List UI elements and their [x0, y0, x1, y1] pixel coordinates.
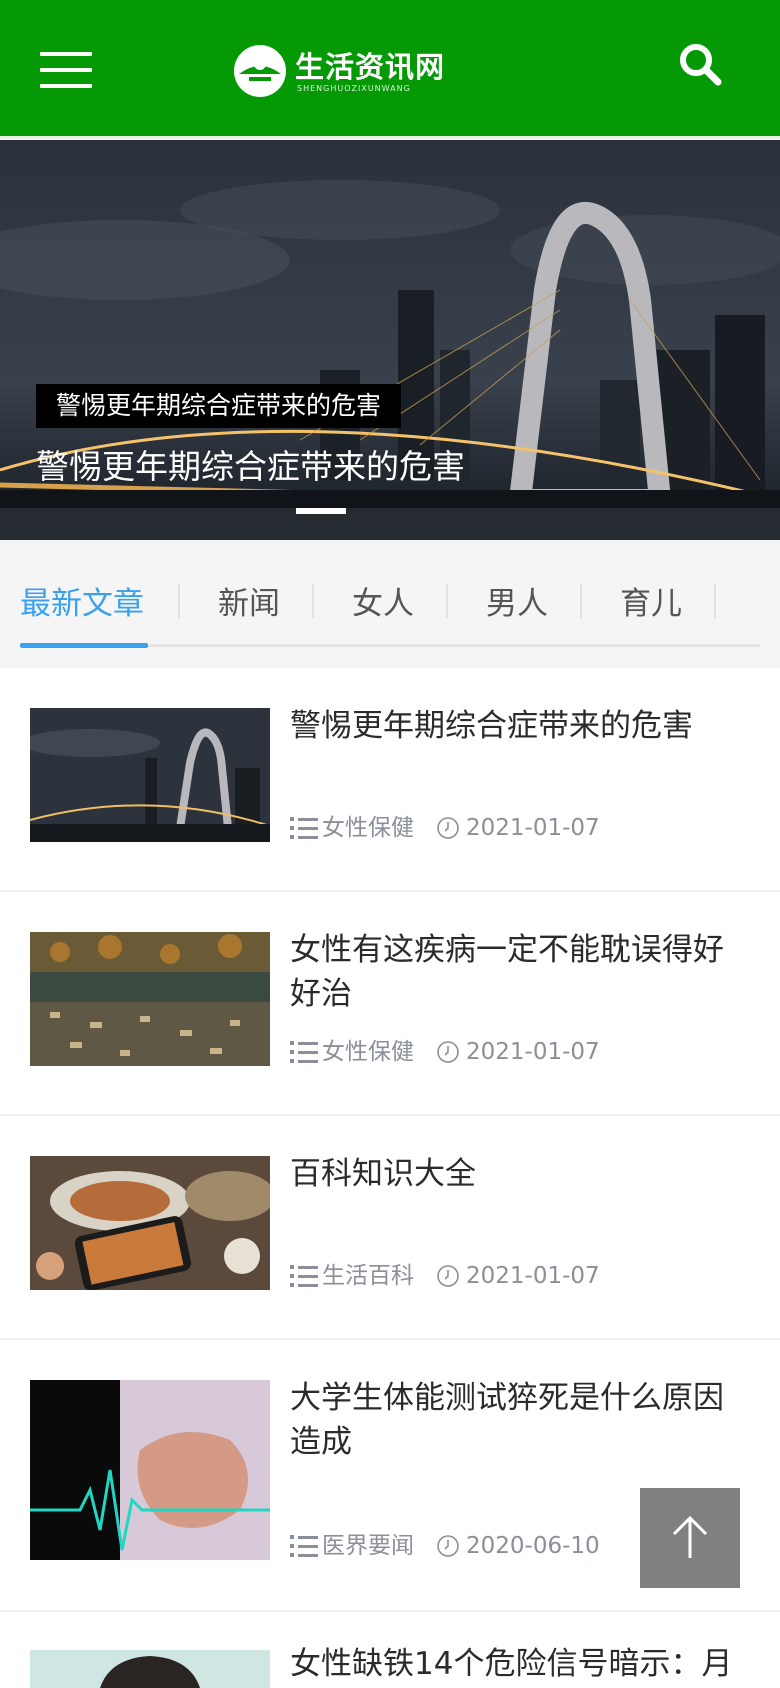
- list-item[interactable]: 百科知识大全 生活百科 2021-01-07: [0, 1116, 780, 1338]
- list-item[interactable]: 警惕更年期综合症带来的危害 女性保健 2021-01-07: [0, 668, 780, 890]
- article-title[interactable]: 女性缺铁14个危险信号暗示：月: [290, 1642, 750, 1686]
- article-thumbnail: [30, 1380, 270, 1560]
- list-icon: [290, 1534, 318, 1557]
- article-title[interactable]: 警惕更年期综合症带来的危害: [290, 704, 750, 748]
- category-tabs: 最新文章 新闻 女人 男人 育儿: [0, 540, 780, 668]
- clock-icon: [437, 1040, 459, 1063]
- tab-parenting[interactable]: 育儿: [620, 578, 682, 623]
- tab-news[interactable]: 新闻: [218, 578, 280, 623]
- menu-button[interactable]: [40, 52, 92, 88]
- tab-divider: [714, 584, 716, 618]
- tab-latest[interactable]: 最新文章: [20, 578, 144, 623]
- article-meta: 女性保健 2021-01-07: [290, 1036, 600, 1066]
- article-date: 2021-01-07: [466, 814, 600, 841]
- list-icon: [290, 1040, 318, 1063]
- clock-icon: [437, 1534, 459, 1557]
- arrow-up-icon: [672, 1515, 708, 1558]
- article-title[interactable]: 大学生体能测试猝死是什么原因造成: [290, 1376, 750, 1464]
- article-date: 2021-01-07: [466, 1038, 600, 1065]
- search-icon[interactable]: [676, 40, 724, 88]
- article-meta: 生活百科 2021-01-07: [290, 1260, 600, 1290]
- article-date: 2021-01-07: [466, 1262, 600, 1289]
- article-thumbnail: [30, 1156, 270, 1290]
- article-meta: 医界要闻 2020-06-10: [290, 1530, 600, 1560]
- banner-title[interactable]: 警惕更年期综合症带来的危害: [36, 440, 465, 488]
- article-category[interactable]: 女性保健: [322, 1037, 414, 1067]
- tab-divider: [178, 584, 180, 618]
- active-tab-indicator: [20, 643, 148, 648]
- slider-indicator[interactable]: [296, 508, 346, 514]
- list-item[interactable]: 女性有这疾病一定不能耽误得好好治 女性保健 2021-01-07: [0, 892, 780, 1114]
- article-category[interactable]: 女性保健: [322, 813, 414, 843]
- clock-icon: [437, 816, 459, 839]
- hamburger-menu-icon: [40, 84, 92, 88]
- banner-tag: 警惕更年期综合症带来的危害: [36, 384, 402, 428]
- tab-divider: [580, 584, 582, 618]
- article-title[interactable]: 女性有这疾病一定不能耽误得好好治: [290, 928, 750, 1016]
- list-icon: [290, 1264, 318, 1287]
- article-category[interactable]: 医界要闻: [322, 1531, 414, 1561]
- back-to-top-button[interactable]: [640, 1488, 740, 1588]
- list-icon: [290, 816, 318, 839]
- list-item[interactable]: 女性缺铁14个危险信号暗示：月: [0, 1612, 780, 1688]
- hamburger-menu-icon: [40, 68, 92, 72]
- logo-text: 生活资讯网: [295, 50, 446, 84]
- tab-divider: [312, 584, 314, 618]
- logo-subtext: SHENGHUOZIXUNWANG: [297, 84, 411, 93]
- tab-women[interactable]: 女人: [352, 578, 414, 623]
- article-category[interactable]: 生活百科: [322, 1261, 414, 1291]
- logo-icon: [234, 45, 286, 97]
- article-title[interactable]: 百科知识大全: [290, 1152, 750, 1196]
- article-meta: 女性保健 2021-01-07: [290, 812, 600, 842]
- article-thumbnail: [30, 1650, 270, 1688]
- site-logo[interactable]: 生活资讯网 SHENGHUOZIXUNWANG: [233, 42, 448, 98]
- top-header: 生活资讯网 SHENGHUOZIXUNWANG: [0, 0, 780, 138]
- clock-icon: [437, 1264, 459, 1287]
- article-date: 2020-06-10: [466, 1532, 600, 1559]
- hamburger-menu-icon: [40, 52, 92, 56]
- tab-divider: [446, 584, 448, 618]
- banner-slider[interactable]: 警惕更年期综合症带来的危害 警惕更年期综合症带来的危害: [0, 140, 780, 540]
- tab-men[interactable]: 男人: [486, 578, 548, 623]
- article-thumbnail: [30, 932, 270, 1066]
- article-thumbnail: [30, 708, 270, 842]
